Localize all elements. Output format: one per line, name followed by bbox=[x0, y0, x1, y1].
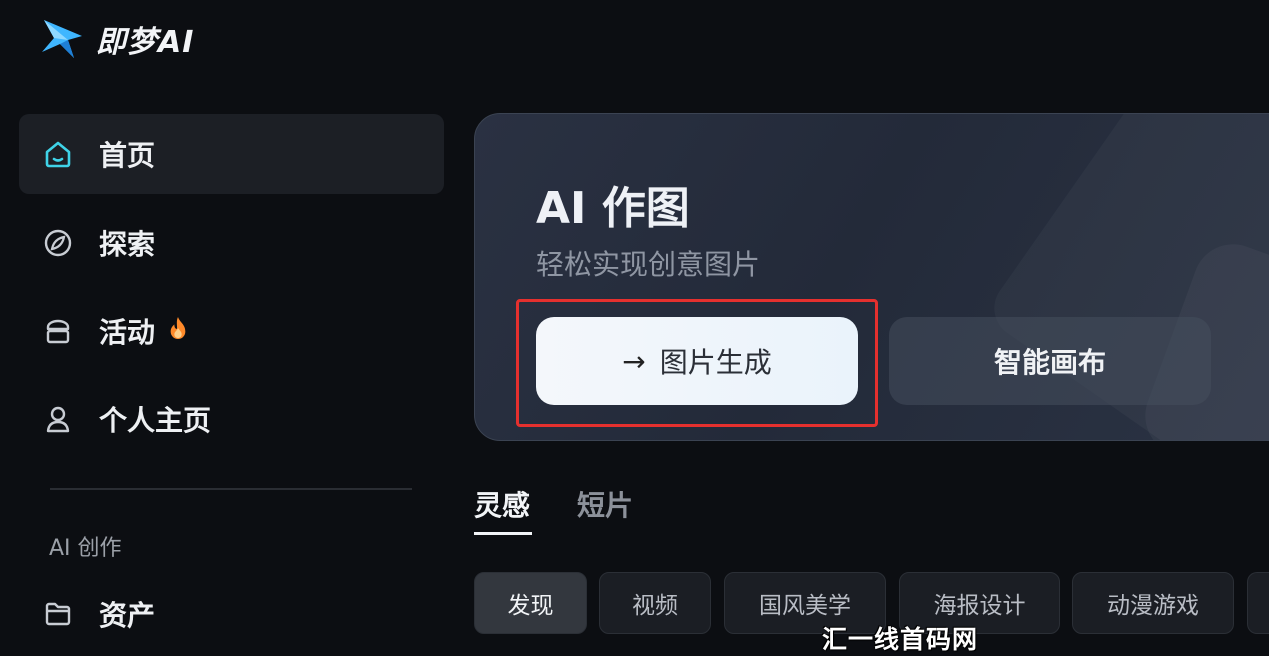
sidebar-item-label: 活动 bbox=[99, 316, 156, 349]
fire-icon bbox=[167, 315, 189, 347]
logo-text: 即梦AI bbox=[96, 25, 195, 60]
smart-canvas-button[interactable]: 智能画布 bbox=[889, 317, 1211, 405]
explore-icon bbox=[41, 226, 75, 260]
watermark-text: 汇一线首码网 www.huiyixian.com bbox=[822, 625, 979, 654]
sidebar-section-label: AI 创作 bbox=[49, 536, 122, 561]
logo-icon bbox=[42, 20, 82, 58]
sidebar-item-label: 个人主页 bbox=[99, 404, 212, 437]
sidebar-item-label: 资产 bbox=[99, 599, 156, 632]
sidebar-item-label: 探索 bbox=[99, 228, 156, 261]
sidebar-item-home[interactable]: 首页 bbox=[19, 114, 444, 194]
tab-shorts[interactable]: 短片 bbox=[577, 484, 633, 524]
sidebar-item-explore[interactable]: 探索 bbox=[19, 203, 444, 283]
home-icon bbox=[41, 137, 75, 171]
app-logo[interactable]: 即梦AI bbox=[38, 16, 194, 62]
active-tab-indicator bbox=[474, 532, 532, 535]
activity-icon bbox=[41, 314, 75, 348]
chip-video[interactable]: 视频 bbox=[599, 572, 711, 634]
hero-title: AI 作图 bbox=[536, 183, 690, 234]
sidebar-item-profile[interactable]: 个人主页 bbox=[19, 379, 444, 459]
highlight-annotation-box bbox=[516, 299, 878, 427]
sidebar-item-assets[interactable]: 资产 bbox=[19, 574, 444, 654]
sidebar-item-activity[interactable]: 活动 bbox=[19, 291, 444, 371]
tab-inspiration[interactable]: 灵感 bbox=[474, 484, 530, 524]
user-icon bbox=[41, 402, 75, 436]
hero-subtitle: 轻松实现创意图片 bbox=[536, 248, 761, 281]
sidebar-divider bbox=[50, 488, 412, 490]
smart-canvas-button-label: 智能画布 bbox=[993, 346, 1106, 379]
sidebar-item-label: 首页 bbox=[99, 139, 156, 172]
folder-icon bbox=[41, 597, 75, 631]
chip-discover[interactable]: 发现 bbox=[474, 572, 587, 634]
